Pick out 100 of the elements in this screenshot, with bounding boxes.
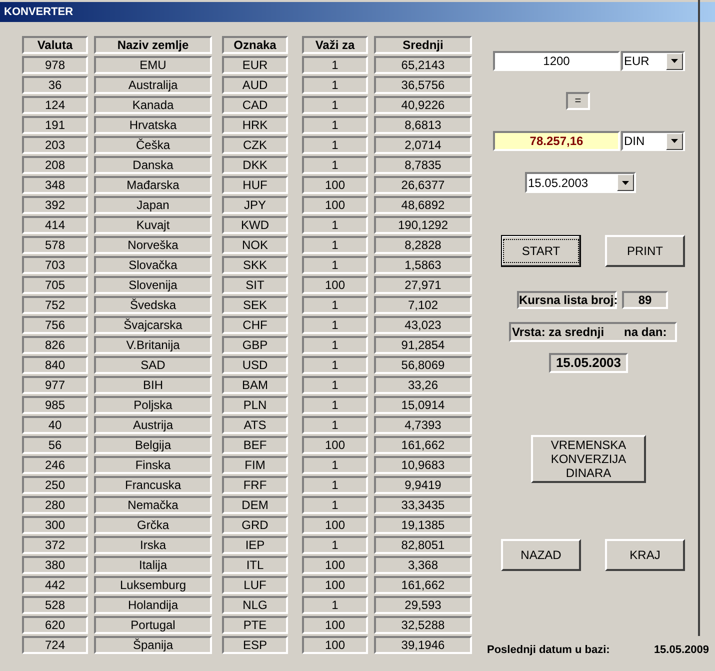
table-cell: 1 [302,216,368,234]
table-cell: 620 [22,616,88,634]
table-cell: 65,2143 [374,56,472,74]
table-cell: 56,8069 [374,356,472,374]
currency-dropdown[interactable]: EUR [621,51,685,71]
table-cell: 1 [302,316,368,334]
table-cell: 26,6377 [374,176,472,194]
table-cell: 15,0914 [374,396,472,414]
on-day-label: na dan: [624,324,667,341]
table-cell: BIH [94,376,212,394]
table-cell: JPY [222,196,288,214]
table-cell: 528 [22,596,88,614]
table-cell: IEP [222,536,288,554]
table-cell: 100 [302,576,368,594]
amount-field[interactable]: 1200 [493,51,620,71]
table-cell: SAD [94,356,212,374]
table-cell: V.Britanija [94,336,212,354]
table-cell: Nemačka [94,496,212,514]
table-cell: HUF [222,176,288,194]
table-cell: AUD [222,76,288,94]
table-cell: 208 [22,156,88,174]
table-cell: Slovačka [94,256,212,274]
table-cell: 27,971 [374,276,472,294]
table-cell: 1 [302,76,368,94]
table-cell: Španija [94,636,212,654]
table-cell: LUF [222,576,288,594]
table-cell: 1 [302,476,368,494]
table-cell: 9,9419 [374,476,472,494]
table-cell: 32,5288 [374,616,472,634]
table-cell: BAM [222,376,288,394]
table-cell: HRK [222,116,288,134]
table-cell: 246 [22,456,88,474]
table-cell: Slovenija [94,276,212,294]
table-cell: 1 [302,596,368,614]
table-cell: 756 [22,316,88,334]
table-cell: Australija [94,76,212,94]
equals-label: = [566,92,590,110]
table-cell: PTE [222,616,288,634]
table-cell: Hrvatska [94,116,212,134]
table-cell: 1 [302,336,368,354]
table-cell: FIM [222,456,288,474]
column-header: Oznaka [222,36,288,54]
date-dropdown[interactable]: 15.05.2003 [525,172,636,193]
table-cell: 82,8051 [374,536,472,554]
table-cell: KWD [222,216,288,234]
table-cell: 392 [22,196,88,214]
table-cell: Austrija [94,416,212,434]
button[interactable]: START [501,235,581,267]
window-title: KONVERTER [0,2,715,22]
table-cell: 826 [22,336,88,354]
table-cell: Irska [94,536,212,554]
table-cell: 977 [22,376,88,394]
button[interactable]: PRINT [605,235,685,267]
table-cell: 1 [302,56,368,74]
table-cell: 1 [302,136,368,154]
table-cell: 100 [302,636,368,654]
last-date-label: Poslednji datum u bazi: [487,643,610,658]
table-cell: FRF [222,476,288,494]
table-cell: Norveška [94,236,212,254]
table-cell: 36,5756 [374,76,472,94]
table-cell: 4,7393 [374,416,472,434]
table-cell: 703 [22,256,88,274]
table-cell: 414 [22,216,88,234]
table-cell: Poljska [94,396,212,414]
column-header: Valuta [22,36,88,54]
table-cell: Holandija [94,596,212,614]
currency-dropdown[interactable]: DIN [621,131,685,151]
table-cell: ESP [222,636,288,654]
table-cell: 1 [302,496,368,514]
table-cell: Češka [94,136,212,154]
table-cell: 2,0714 [374,136,472,154]
table-cell: GBP [222,336,288,354]
table-cell: CZK [222,136,288,154]
table-cell: BEF [222,436,288,454]
column-header: Važi za [302,36,368,54]
table-cell: Grčka [94,516,212,534]
list-date: 15.05.2003 [549,353,628,373]
last-date-value: 15.05.2009 [654,643,709,658]
table-cell: 1 [302,456,368,474]
table-cell: Italija [94,556,212,574]
table-cell: SEK [222,296,288,314]
table-cell: 3,368 [374,556,472,574]
table-cell: 1 [302,296,368,314]
table-cell: Portugal [94,616,212,634]
button[interactable]: KRAJ [605,539,685,571]
table-cell: 1 [302,96,368,114]
table-cell: 372 [22,536,88,554]
table-cell: 1 [302,356,368,374]
button[interactable]: NAZAD [501,539,581,571]
time-conversion-button[interactable]: VREMENSKA KONVERZIJA DINARA [531,435,646,483]
table-cell: Luksemburg [94,576,212,594]
table-cell: GRD [222,516,288,534]
table-cell: DKK [222,156,288,174]
table-cell: 1 [302,536,368,554]
table-cell: Danska [94,156,212,174]
table-cell: 33,3435 [374,496,472,514]
table-cell: 1 [302,396,368,414]
table-cell: 48,6892 [374,196,472,214]
column-header: Srednji [374,36,472,54]
table-cell: 100 [302,516,368,534]
